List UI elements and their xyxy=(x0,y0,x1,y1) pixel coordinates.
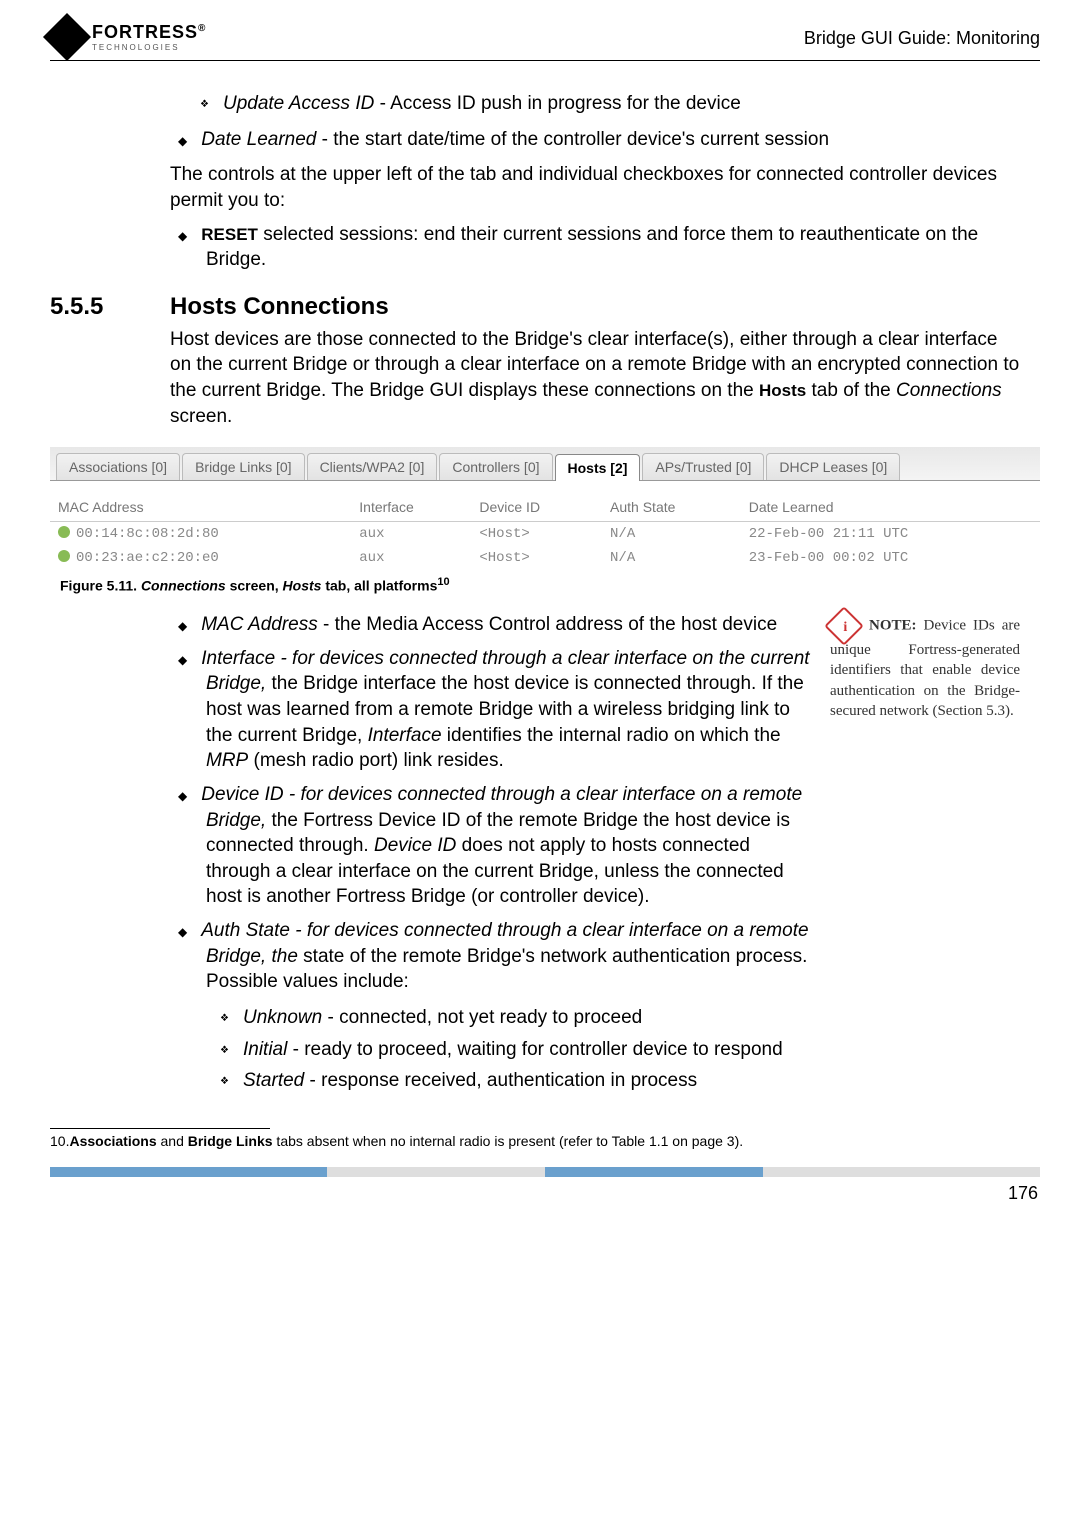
hosts-table: MAC Address Interface Device ID Auth Sta… xyxy=(50,493,1040,570)
list-item: Update Access ID - Access ID push in pro… xyxy=(200,91,1020,117)
list-item: RESET selected sessions: end their curre… xyxy=(178,222,1020,273)
logo-subtext: TECHNOLOGIES xyxy=(92,43,206,52)
table-row[interactable]: 00:14:8c:08:2d:80 aux <Host> N/A 22-Feb-… xyxy=(50,522,1040,547)
fortress-logo-icon xyxy=(43,13,91,61)
list-item: Date Learned - the start date/time of th… xyxy=(178,127,1020,153)
col-auth-state[interactable]: Auth State xyxy=(602,493,741,522)
body-paragraph: Host devices are those connected to the … xyxy=(170,327,1020,430)
page-header: FORTRESS® TECHNOLOGIES Bridge GUI Guide:… xyxy=(50,20,1040,61)
tab-dhcp-leases[interactable]: DHCP Leases [0] xyxy=(766,453,900,480)
hosts-screenshot: Associations [0] Bridge Links [0] Client… xyxy=(50,447,1040,570)
section-title: Hosts Connections xyxy=(170,293,389,321)
status-dot-icon xyxy=(58,550,70,562)
side-note: i NOTE: Device IDs are unique Fortress-g… xyxy=(830,612,1020,1104)
col-device-id[interactable]: Device ID xyxy=(471,493,602,522)
list-item: Device ID - for devices connected throug… xyxy=(178,782,810,910)
body-paragraph: The controls at the upper left of the ta… xyxy=(170,162,1020,213)
list-item: Auth State - for devices connected throu… xyxy=(178,918,810,995)
list-item: Initial - ready to proceed, waiting for … xyxy=(220,1037,810,1063)
tab-clients-wpa2[interactable]: Clients/WPA2 [0] xyxy=(307,453,438,480)
list-item: Unknown - connected, not yet ready to pr… xyxy=(220,1005,810,1031)
col-mac[interactable]: MAC Address xyxy=(50,493,351,522)
status-dot-icon xyxy=(58,526,70,538)
tab-bar: Associations [0] Bridge Links [0] Client… xyxy=(50,447,1040,481)
footer-bar xyxy=(50,1167,1040,1177)
page-number: 176 xyxy=(50,1183,1040,1204)
list-item: MAC Address - the Media Access Control a… xyxy=(178,612,810,638)
header-path: Bridge GUI Guide: Monitoring xyxy=(804,28,1040,49)
footnote: 10.Associations and Bridge Links tabs ab… xyxy=(50,1133,1040,1149)
tab-bridge-links[interactable]: Bridge Links [0] xyxy=(182,453,305,480)
list-item: Started - response received, authenticat… xyxy=(220,1068,810,1094)
tab-aps-trusted[interactable]: APs/Trusted [0] xyxy=(642,453,764,480)
tab-controllers[interactable]: Controllers [0] xyxy=(439,453,552,480)
tab-hosts[interactable]: Hosts [2] xyxy=(555,454,641,481)
footnote-rule xyxy=(50,1128,270,1129)
section-number: 5.5.5 xyxy=(50,293,170,321)
logo-text: FORTRESS® xyxy=(92,22,206,42)
logo: FORTRESS® TECHNOLOGIES xyxy=(50,20,206,54)
figure-caption: Figure 5.11. Connections screen, Hosts t… xyxy=(60,576,1040,594)
col-date-learned[interactable]: Date Learned xyxy=(741,493,1040,522)
table-row[interactable]: 00:23:ae:c2:20:e0 aux <Host> N/A 23-Feb-… xyxy=(50,546,1040,570)
tab-associations[interactable]: Associations [0] xyxy=(56,453,180,480)
note-warning-icon: i xyxy=(824,606,864,646)
col-interface[interactable]: Interface xyxy=(351,493,471,522)
list-item: Interface - for devices connected throug… xyxy=(178,646,810,774)
